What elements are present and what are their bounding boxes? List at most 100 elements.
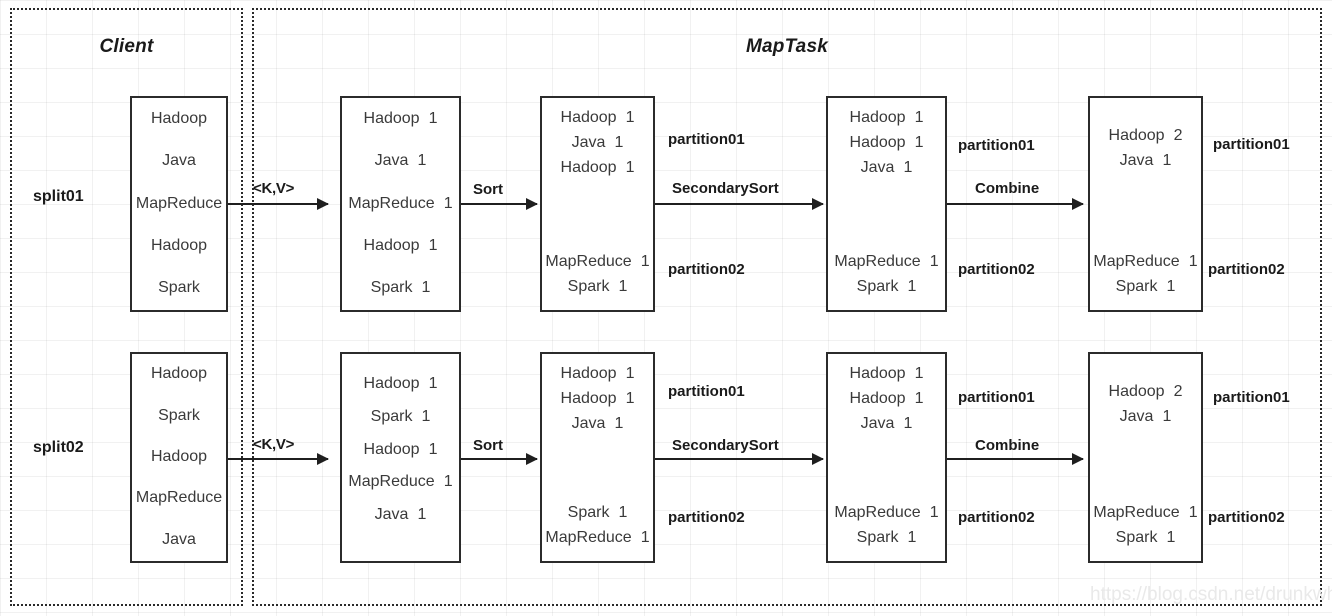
term: Java xyxy=(1119,151,1154,169)
term: Spark xyxy=(370,407,413,425)
count: 1 xyxy=(625,109,635,126)
arrow-sort-split01 xyxy=(461,198,538,210)
kv-line: Java 1 xyxy=(542,412,653,437)
edge-label-partition02-sorted-split01: partition02 xyxy=(668,261,745,278)
term: MapReduce xyxy=(348,194,435,212)
kv-line: MapReduce 1 xyxy=(1090,250,1201,275)
kv-line: Spark 1 xyxy=(1090,526,1201,551)
term: MapReduce xyxy=(135,489,223,507)
edge-label-kv-split02: <K,V> xyxy=(253,436,295,453)
kv-line: Hadoop 1 xyxy=(828,362,945,387)
input-line: Spark xyxy=(132,276,226,301)
term: Spark xyxy=(1115,529,1158,547)
term: Hadoop xyxy=(849,365,906,382)
edge-label-partition01-sorted-split01: partition01 xyxy=(668,131,745,148)
combined-box-split01: Hadoop 2 Java 1 MapReduce 1 Spark 1 xyxy=(1088,96,1203,312)
count: 1 xyxy=(417,152,427,170)
edge-label-kv-split01: <K,V> xyxy=(253,180,295,197)
edge-label-partition02-ss-split01: partition02 xyxy=(958,261,1035,278)
term: Java xyxy=(860,158,895,176)
input-line: Java xyxy=(132,528,226,553)
term: Hadoop xyxy=(363,236,420,254)
edge-label-sort-split01: Sort xyxy=(473,181,503,198)
region-maptask-title: MapTask xyxy=(745,36,828,57)
kv-line: Spark 1 xyxy=(828,275,945,300)
count: 1 xyxy=(914,133,924,151)
count: 1 xyxy=(428,440,438,458)
count: 1 xyxy=(929,504,939,522)
term: Hadoop xyxy=(560,365,617,382)
count: 1 xyxy=(625,389,635,407)
count: 1 xyxy=(614,133,624,151)
term: Java xyxy=(571,133,606,151)
term: Hadoop xyxy=(150,365,208,383)
arrow-sort-split02 xyxy=(461,453,538,465)
diagram-canvas: Client MapTask split01 split02 Hadoop Ja… xyxy=(0,0,1332,616)
kv-line: Spark 1 xyxy=(342,405,459,430)
kv-line: Hadoop 2 xyxy=(1090,124,1201,149)
term: Spark xyxy=(856,278,899,296)
count: 1 xyxy=(1188,504,1198,522)
kv-line: MapReduce 1 xyxy=(1090,501,1201,526)
kv-line: Hadoop 1 xyxy=(342,107,459,132)
kv-line: MapReduce 1 xyxy=(542,250,653,275)
kv-line: MapReduce 1 xyxy=(828,501,945,526)
term: Hadoop xyxy=(560,109,617,126)
term: Hadoop xyxy=(560,389,617,407)
partition02-group: MapReduce 1 Spark 1 xyxy=(828,501,945,561)
kv-line: Spark 1 xyxy=(1090,275,1201,300)
count: 1 xyxy=(443,473,453,491)
count: 1 xyxy=(428,109,438,127)
arrow-kv-split01 xyxy=(228,198,329,210)
kv-line: Java 1 xyxy=(342,149,459,174)
arrow-secondarysort-split02 xyxy=(655,453,824,465)
term: Spark xyxy=(1115,278,1158,296)
split-label-split02: split02 xyxy=(33,439,84,456)
kv-line: Hadoop 1 xyxy=(828,131,945,156)
input-line: MapReduce xyxy=(132,192,226,217)
edge-label-partition02-out-split02: partition02 xyxy=(1208,509,1285,526)
kv-line: Spark 1 xyxy=(342,276,459,301)
partition01-group: Hadoop 1 Hadoop 1 Java 1 xyxy=(828,354,945,436)
term: Hadoop xyxy=(363,440,420,458)
count: 1 xyxy=(1188,253,1198,271)
arrow-combine-split01 xyxy=(947,198,1084,210)
term: MapReduce xyxy=(348,473,435,491)
kv-line: Java 1 xyxy=(828,156,945,181)
region-client-title: Client xyxy=(99,36,154,57)
edge-label-secondarysort-split01: SecondarySort xyxy=(672,180,779,197)
secondary-sorted-box-split02: Hadoop 1 Hadoop 1 Java 1 MapReduce 1 Spa… xyxy=(826,352,947,563)
partition01-group: Hadoop 2 Java 1 xyxy=(1090,98,1201,174)
partition02-group: MapReduce 1 Spark 1 xyxy=(1090,250,1201,310)
arrow-combine-split02 xyxy=(947,453,1084,465)
input-line: MapReduce xyxy=(132,486,226,511)
count: 1 xyxy=(428,375,438,392)
count: 1 xyxy=(421,407,431,425)
term: MapReduce xyxy=(545,529,632,547)
mapped-box-split02: Hadoop 1 Spark 1 Hadoop 1 MapReduce 1 Ja… xyxy=(340,352,461,563)
arrow-secondarysort-split01 xyxy=(655,198,824,210)
combined-box-split02: Hadoop 2 Java 1 MapReduce 1 Spark 1 xyxy=(1088,352,1203,563)
kv-line: MapReduce 1 xyxy=(342,470,459,495)
kv-line: Hadoop 2 xyxy=(1090,380,1201,405)
sorted-box-split01: Hadoop 1 Java 1 Hadoop 1 MapReduce 1 Spa… xyxy=(540,96,655,312)
sorted-box-split02: Hadoop 1 Hadoop 1 Java 1 Spark 1 MapRedu… xyxy=(540,352,655,563)
input-box-split01: Hadoop Java MapReduce Hadoop Spark xyxy=(130,96,228,312)
partition02-group: MapReduce 1 Spark 1 xyxy=(1090,501,1201,561)
term: Hadoop xyxy=(849,133,906,151)
edge-label-secondarysort-split02: SecondarySort xyxy=(672,437,779,454)
term: MapReduce xyxy=(834,253,921,271)
count: 1 xyxy=(914,365,924,382)
term: Spark xyxy=(158,406,200,424)
term: Java xyxy=(571,414,606,432)
edge-label-partition01-ss-split02: partition01 xyxy=(958,389,1035,406)
edge-label-sort-split02: Sort xyxy=(473,437,503,454)
count: 1 xyxy=(640,529,650,547)
count: 1 xyxy=(614,414,624,432)
partition01-group: Hadoop 2 Java 1 xyxy=(1090,354,1201,430)
edge-label-partition01-sorted-split02: partition01 xyxy=(668,383,745,400)
count: 1 xyxy=(443,194,453,212)
term: Hadoop xyxy=(849,389,906,407)
count: 1 xyxy=(421,279,431,297)
term: Spark xyxy=(158,279,200,297)
